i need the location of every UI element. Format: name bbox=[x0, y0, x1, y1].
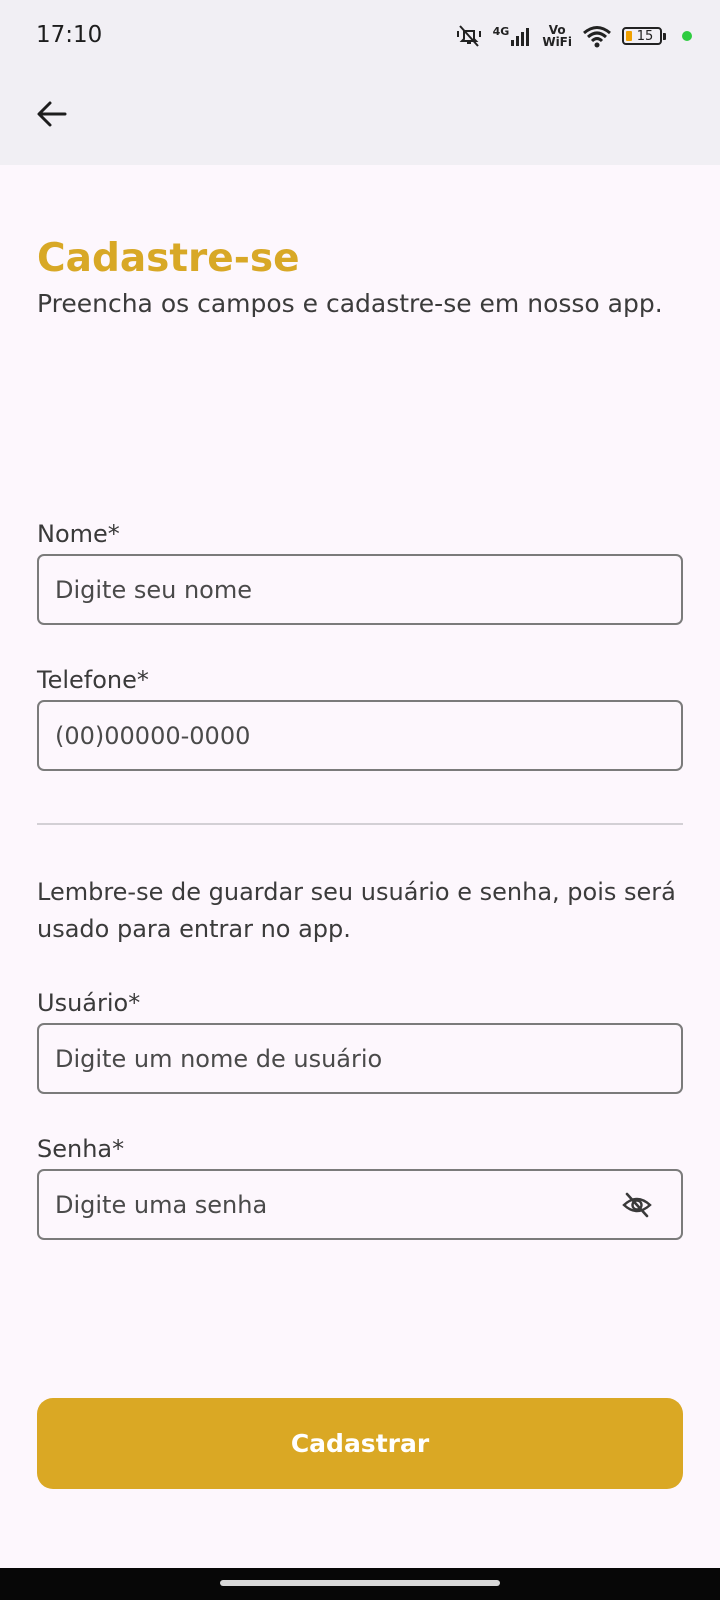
back-button[interactable] bbox=[34, 96, 70, 132]
name-input[interactable] bbox=[53, 574, 667, 605]
top-bar: 17:10 4G Vo WiFi 15 bbox=[0, 0, 720, 165]
phone-input[interactable] bbox=[53, 720, 667, 751]
username-label: Usuário* bbox=[37, 989, 141, 1017]
mute-icon bbox=[455, 23, 483, 49]
password-input[interactable] bbox=[53, 1189, 621, 1220]
page-subtitle: Preencha os campos e cadastre-se em noss… bbox=[37, 289, 663, 318]
name-label: Nome* bbox=[37, 520, 120, 548]
arrow-left-icon bbox=[37, 101, 67, 127]
status-time: 17:10 bbox=[36, 22, 103, 48]
register-button[interactable]: Cadastrar bbox=[37, 1398, 683, 1489]
wifi-icon bbox=[582, 24, 612, 48]
vowifi-indicator: Vo WiFi bbox=[542, 24, 572, 48]
signal-icon: 4G bbox=[493, 25, 533, 47]
battery-level: 15 bbox=[636, 28, 654, 44]
password-label: Senha* bbox=[37, 1135, 125, 1163]
username-field[interactable] bbox=[37, 1023, 683, 1094]
password-field[interactable] bbox=[37, 1169, 683, 1240]
username-input[interactable] bbox=[53, 1043, 667, 1074]
credentials-note: Lembre-se de guardar seu usuário e senha… bbox=[37, 878, 676, 943]
active-dot-icon bbox=[682, 31, 692, 41]
status-icons: 4G Vo WiFi 15 bbox=[455, 20, 692, 52]
divider bbox=[37, 823, 683, 825]
wifi-label: WiFi bbox=[542, 35, 572, 49]
battery-icon: 15 bbox=[622, 27, 666, 45]
network-type-label: 4G bbox=[492, 25, 510, 38]
eye-off-icon[interactable] bbox=[621, 1189, 653, 1221]
home-indicator[interactable] bbox=[220, 1580, 500, 1586]
system-nav-bar bbox=[0, 1568, 720, 1600]
name-field[interactable] bbox=[37, 554, 683, 625]
page-title: Cadastre-se bbox=[37, 236, 300, 281]
phone-field[interactable] bbox=[37, 700, 683, 771]
phone-label: Telefone* bbox=[37, 666, 149, 694]
